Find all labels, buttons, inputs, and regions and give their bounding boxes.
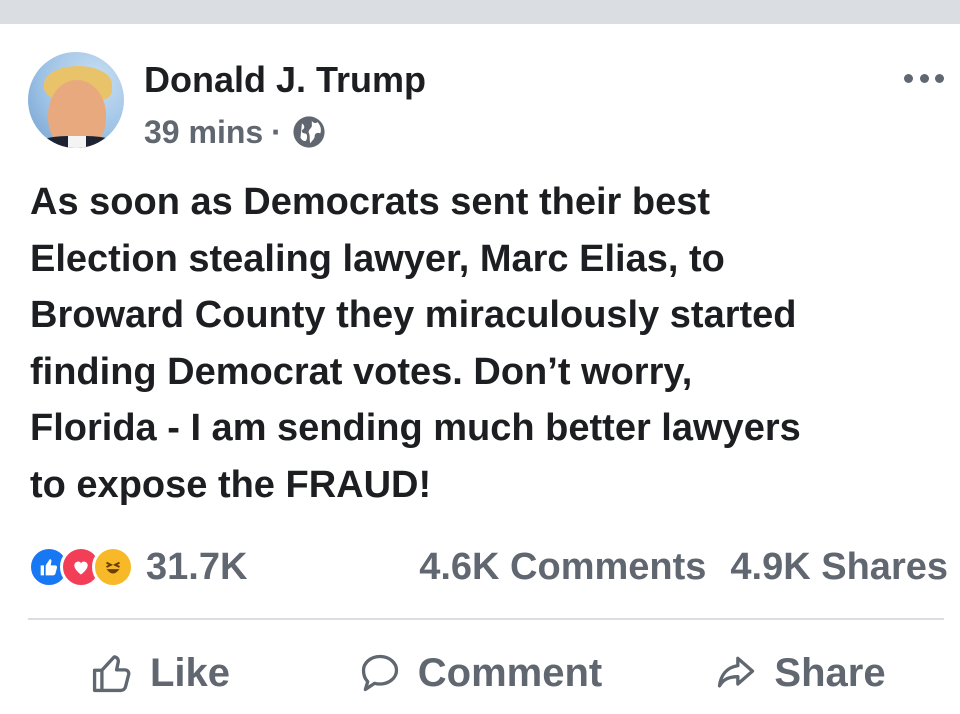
haha-reaction-icon (92, 546, 134, 588)
reaction-count[interactable]: 31.7K (146, 546, 247, 589)
comment-button[interactable]: Comment (320, 638, 640, 708)
globe-icon[interactable] (292, 115, 326, 149)
comments-count[interactable]: 4.6K Comments (419, 546, 706, 589)
share-arrow-icon (718, 656, 755, 688)
avatar[interactable] (28, 52, 124, 148)
share-button[interactable]: Share (640, 638, 960, 708)
thumbs-up-icon (92, 655, 131, 693)
shares-count[interactable]: 4.9K Shares (730, 546, 948, 589)
more-options-icon[interactable] (904, 68, 944, 88)
comment-icon (361, 654, 398, 692)
post-text: As soon as Democrats sent their best Ele… (30, 181, 801, 506)
like-button[interactable]: Like (0, 638, 320, 708)
share-label: Share (774, 650, 886, 695)
meta-separator: · (271, 113, 282, 150)
feed-background-strip (0, 0, 960, 24)
post-card: Donald J. Trump 39 mins · As soon as Dem… (0, 24, 960, 714)
comment-label: Comment (417, 650, 603, 695)
reaction-icons[interactable] (28, 546, 146, 588)
post-stats: 31.7K 4.6K Comments 4.9K Shares (28, 544, 948, 590)
author-name[interactable]: Donald J. Trump (144, 58, 426, 102)
post-actions: Like Comment Share (0, 638, 960, 708)
divider (28, 618, 944, 620)
like-label: Like (149, 650, 231, 695)
post-meta: 39 mins · (144, 112, 326, 152)
post-time[interactable]: 39 mins (144, 114, 263, 151)
